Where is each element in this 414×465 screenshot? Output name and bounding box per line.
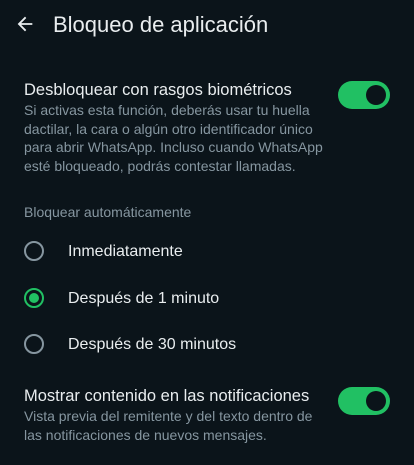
- radio-button-selected[interactable]: [24, 288, 44, 308]
- radio-label: Después de 1 minuto: [68, 290, 220, 307]
- toggle-knob: [366, 391, 386, 411]
- biometric-unlock-description: Si activas esta función, deberás usar tu…: [24, 102, 323, 174]
- back-button[interactable]: [12, 11, 38, 37]
- radio-button[interactable]: [24, 241, 44, 261]
- radio-label: Inmediatamente: [68, 243, 183, 260]
- radio-option-30-minutes[interactable]: Después de 30 minutos: [0, 323, 414, 367]
- auto-lock-section-label: Bloquear automáticamente: [24, 204, 192, 220]
- notification-content-toggle[interactable]: [338, 387, 390, 415]
- radio-option-immediately[interactable]: Inmediatamente: [0, 230, 414, 274]
- radio-label: Después de 30 minutos: [68, 336, 237, 353]
- notification-content-description: Vista previa del remitente y del texto d…: [24, 408, 313, 443]
- toggle-knob: [366, 85, 386, 105]
- biometric-unlock-toggle[interactable]: [338, 81, 390, 109]
- radio-option-1-minute[interactable]: Después de 1 minuto: [0, 277, 414, 321]
- arrow-back-icon[interactable]: [14, 13, 36, 35]
- radio-button[interactable]: [24, 334, 44, 354]
- page-title: Bloqueo de aplicación: [53, 12, 269, 37]
- app-bar: Bloqueo de aplicación: [0, 0, 414, 50]
